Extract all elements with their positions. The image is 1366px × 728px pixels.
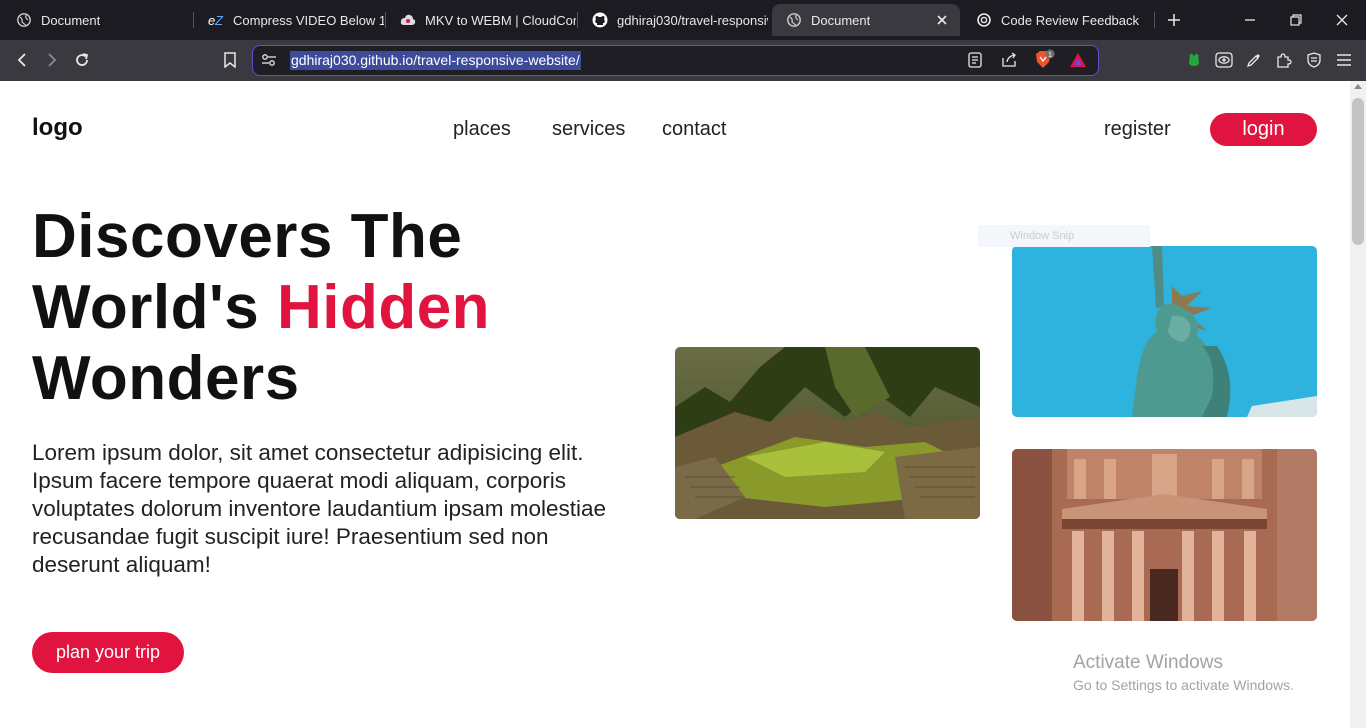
minimize-icon[interactable] [1240, 10, 1260, 30]
tab-code-review[interactable]: Code Review Feedback [962, 4, 1152, 36]
share-icon[interactable] [998, 49, 1020, 71]
tab-title: MKV to WEBM | CloudCon [425, 12, 576, 28]
activate-windows-title: Activate Windows [1073, 652, 1223, 673]
globe-icon [786, 12, 802, 28]
restore-icon[interactable] [1286, 10, 1306, 30]
web-page: logo places services contact register lo… [0, 81, 1350, 728]
github-icon [592, 12, 608, 28]
scrollbar-thumb[interactable] [1352, 98, 1364, 245]
extensions-puzzle-icon[interactable] [1273, 49, 1295, 71]
tab-document-1[interactable]: Document [2, 4, 192, 36]
hero-title-line2: World's [32, 273, 277, 342]
hero-description: Lorem ipsum dolor, sit amet consectetur … [32, 440, 607, 577]
tab-title: Document [41, 12, 101, 28]
tab-github-repo[interactable]: gdhiraj030/travel-responsiv [578, 4, 768, 36]
tab-mkv-to-webm[interactable]: MKV to WEBM | CloudCon [386, 4, 576, 36]
reader-mode-icon[interactable] [964, 49, 986, 71]
ez-logo-icon: eZ [208, 12, 224, 28]
nav-link-services[interactable]: services [552, 118, 625, 141]
vpn-shield-icon[interactable] [1303, 49, 1325, 71]
openai-icon [976, 12, 992, 28]
nav-link-places[interactable]: places [453, 118, 511, 141]
globe-icon [16, 12, 32, 28]
hero-title-line1: Discovers The [32, 202, 463, 271]
tab-document-active[interactable]: Document [772, 4, 960, 36]
register-link[interactable]: register [1104, 118, 1171, 141]
tab-strip: Document eZ Compress VIDEO Below 10 MKV … [0, 0, 1366, 40]
site-settings-icon[interactable] [258, 49, 280, 71]
brave-rewards-icon[interactable] [1067, 49, 1089, 71]
forward-icon[interactable] [41, 49, 63, 71]
window-snip-label: Window Snip [978, 225, 1150, 247]
tab-title: Code Review Feedback [1001, 12, 1140, 28]
cloud-icon [400, 12, 416, 28]
brave-shields-icon[interactable]: 1 [1033, 49, 1055, 71]
hero-title-highlight: Hidden [276, 273, 491, 342]
scroll-up-arrow-icon[interactable] [1354, 84, 1362, 89]
site-logo[interactable]: logo [32, 114, 83, 142]
tab-title: gdhiraj030/travel-responsiv [617, 12, 768, 28]
statue-of-liberty-image [1012, 246, 1317, 417]
eye-extension-icon[interactable] [1213, 49, 1235, 71]
back-icon[interactable] [11, 49, 33, 71]
bookmark-icon[interactable] [219, 49, 241, 71]
hero-title-line3: Wonders [32, 344, 300, 413]
plan-trip-button[interactable]: plan your trip [32, 632, 184, 673]
tab-compress-video[interactable]: eZ Compress VIDEO Below 10 [194, 4, 384, 36]
nav-link-contact[interactable]: contact [662, 118, 726, 141]
activate-windows-subtitle: Go to Settings to activate Windows. [1073, 677, 1294, 693]
reload-icon[interactable] [71, 49, 93, 71]
close-window-icon[interactable] [1332, 10, 1352, 30]
new-tab-icon[interactable] [1164, 10, 1184, 30]
hero-title: Discovers The World's Hidden Wonders [32, 201, 490, 414]
tab-title: Compress VIDEO Below 10 [233, 12, 384, 28]
shields-badge-count: 1 [1048, 52, 1052, 59]
tab-separator [1154, 12, 1155, 28]
machu-picchu-image [675, 347, 980, 519]
menu-icon[interactable] [1333, 49, 1355, 71]
svg-text:Z: Z [214, 13, 224, 27]
login-button[interactable]: login [1210, 113, 1317, 146]
color-picker-icon[interactable] [1243, 49, 1265, 71]
petra-treasury-image [1012, 449, 1317, 621]
tab-title: Document [811, 12, 871, 28]
close-tab-icon[interactable] [934, 12, 950, 28]
url-text[interactable]: gdhiraj030.github.io/travel-responsive-w… [290, 51, 581, 70]
extension-frog-icon[interactable] [1183, 49, 1205, 71]
